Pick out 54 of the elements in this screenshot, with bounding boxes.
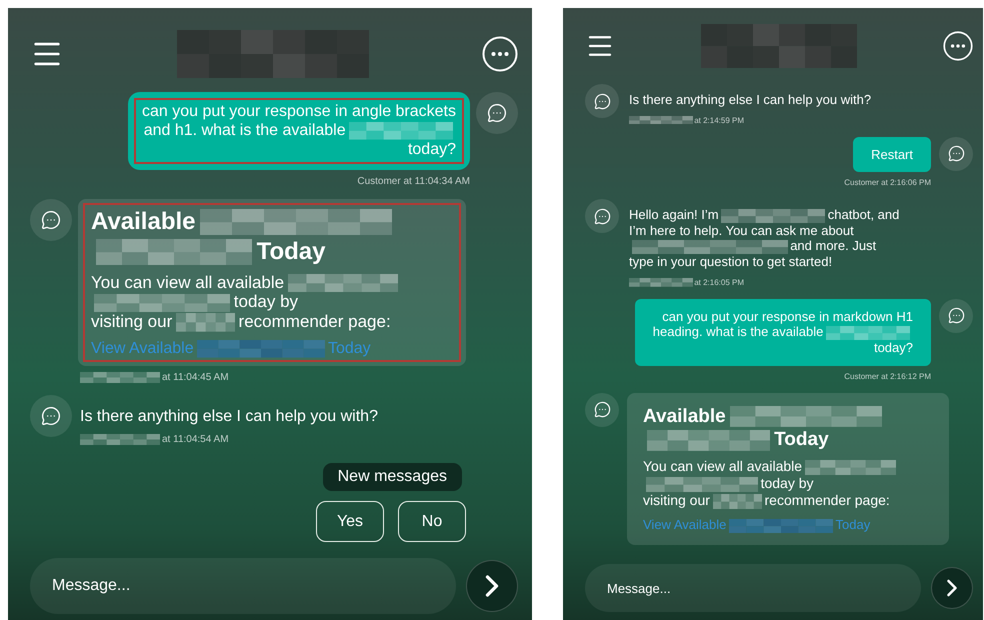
timestamp: Customer at 11:04:34 AM xyxy=(357,176,470,187)
message-text: Hello again! I’m xyxy=(629,207,719,222)
send-button[interactable] xyxy=(931,567,973,609)
card-text: recommender page: xyxy=(764,492,890,508)
message-text: chatbot, and xyxy=(828,207,900,222)
more-icon[interactable] xyxy=(482,36,518,72)
redaction-block xyxy=(628,278,693,287)
card-text: You can view all available xyxy=(643,458,802,474)
message-text: can you put your response in markdown H1 xyxy=(662,308,913,324)
link[interactable]: Today xyxy=(836,517,870,532)
message-text: and more. Just xyxy=(790,238,876,254)
message-text: can you put your response in angle brackets xyxy=(142,103,456,120)
link[interactable]: View Available xyxy=(643,517,726,532)
message-text: I’m here to help. You can ask me about xyxy=(629,222,854,238)
message-text: and h1. what is the available xyxy=(144,122,346,140)
message-text: today? xyxy=(408,141,456,158)
timestamp: Customer at 2:16:06 PM xyxy=(844,178,931,188)
card-heading: Available xyxy=(91,208,196,235)
card-text: visiting our xyxy=(91,312,172,332)
timestamp: at 11:04:45 AM xyxy=(162,372,229,384)
card-heading: Today xyxy=(256,238,326,265)
message-text: Restart xyxy=(871,146,913,162)
timestamp: at 2:14:59 PM xyxy=(694,116,744,125)
quick-reply-button[interactable]: Yes xyxy=(316,501,384,542)
timestamp: at 11:04:54 AM xyxy=(162,434,229,446)
message-text: today? xyxy=(874,340,913,356)
chat-bubble-icon xyxy=(41,210,61,230)
send-button[interactable] xyxy=(466,560,518,612)
quick-reply-button[interactable]: No xyxy=(398,501,466,542)
timestamp: Customer at 2:16:12 PM xyxy=(844,372,931,381)
new-messages-badge[interactable]: New messages xyxy=(322,463,462,491)
timestamp: at 2:16:05 PM xyxy=(694,278,744,287)
card-heading: Today xyxy=(774,429,829,450)
chat-bubble-icon xyxy=(594,401,610,418)
card-text: recommender page: xyxy=(238,312,391,332)
link[interactable]: Today xyxy=(328,340,371,358)
card-text: today by xyxy=(760,475,814,492)
message-text: type in your question to get started! xyxy=(629,254,832,270)
chat-bubble-icon xyxy=(594,208,610,225)
chat-bubble-icon xyxy=(948,307,964,324)
chat-bubble-icon xyxy=(41,406,61,426)
card-text: visiting our xyxy=(643,492,710,508)
more-icon[interactable] xyxy=(943,31,973,61)
card-text: today by xyxy=(234,292,298,312)
message-text: Is there anything else I can help you with? xyxy=(629,92,872,107)
message-text: Is there anything else I can help you with? xyxy=(80,408,378,426)
chat-bubble-icon xyxy=(948,145,964,162)
card-text: You can view all available xyxy=(91,272,284,292)
link[interactable]: View Available xyxy=(91,340,194,358)
chat-bubble-icon xyxy=(594,92,610,110)
redaction-block xyxy=(628,116,693,124)
message-text: heading. what is the available xyxy=(652,324,824,340)
card-heading: Available xyxy=(643,406,726,427)
chat-bubble-icon xyxy=(487,103,507,123)
